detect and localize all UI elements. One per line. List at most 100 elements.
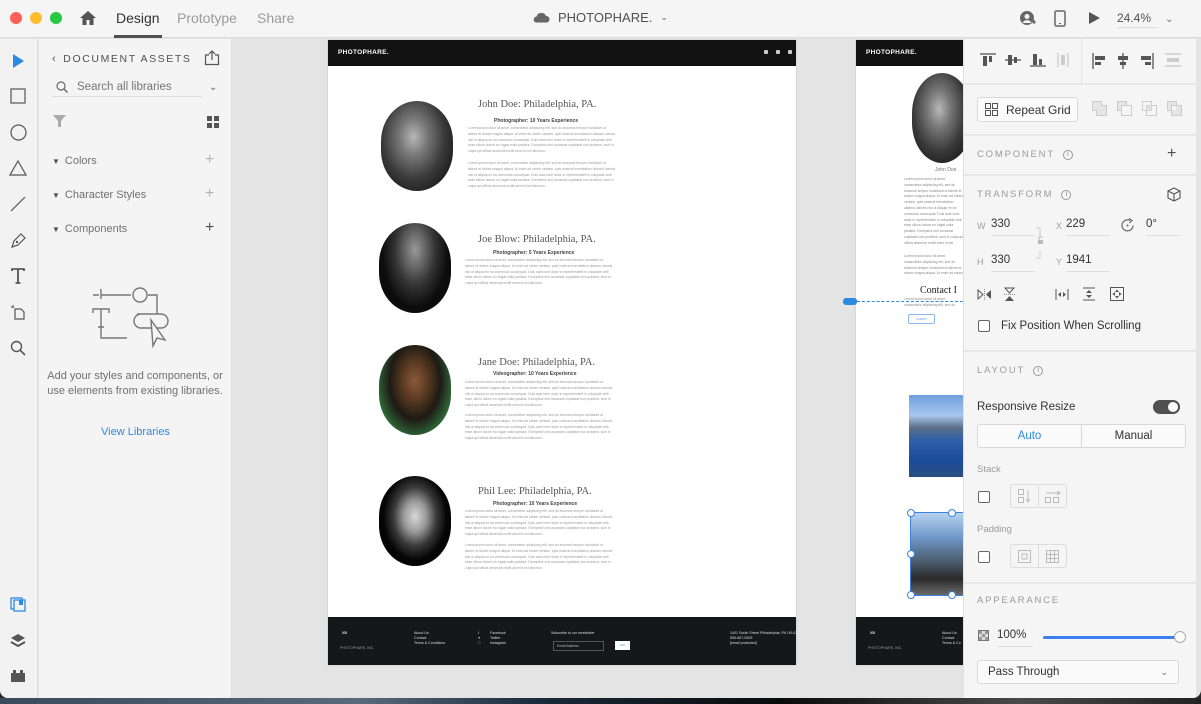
y-input[interactable]: 1941	[1066, 254, 1110, 272]
line-tool[interactable]	[8, 194, 28, 214]
artboard-team[interactable]: PHOTOPHARE. John Doe: Philadelphia, PA. …	[328, 40, 797, 665]
play-icon[interactable]	[1088, 11, 1101, 25]
repeat-grid-button[interactable]: Repeat Grid	[977, 97, 1078, 122]
responsive-resize-toggle[interactable]	[1153, 400, 1180, 414]
stretch-vertical-icon[interactable]	[1083, 287, 1095, 301]
opacity-slider-knob[interactable]	[1174, 631, 1186, 643]
add-component-button[interactable]: +	[205, 220, 214, 236]
polygon-tool[interactable]	[8, 158, 28, 178]
artboard-tool[interactable]	[8, 302, 28, 322]
align-middle-icon[interactable]	[1005, 53, 1021, 67]
footer-social-link[interactable]: Instagram	[490, 641, 506, 646]
home-icon[interactable]	[79, 9, 97, 27]
padding-checkbox[interactable]	[978, 551, 990, 563]
city-image[interactable]	[909, 395, 963, 477]
minimize-window-button[interactable]	[30, 12, 42, 24]
invite-user-icon[interactable]	[1019, 10, 1037, 28]
resize-handle[interactable]	[907, 509, 915, 517]
stretch-horizontal-icon[interactable]	[1055, 289, 1069, 300]
select-tool[interactable]	[8, 51, 28, 71]
portrait-joe-blow[interactable]	[379, 223, 451, 313]
add-color-button[interactable]: +	[205, 152, 214, 168]
ellipse-tool[interactable]	[8, 122, 28, 142]
footer-link[interactable]: Terms & Conditions	[414, 641, 445, 646]
padding-uniform-button[interactable]	[1011, 545, 1039, 567]
close-window-button[interactable]	[10, 12, 22, 24]
opacity-slider-track[interactable]	[1043, 636, 1180, 639]
text-tool[interactable]	[8, 266, 28, 286]
resize-handle[interactable]	[948, 509, 956, 517]
align-left-icon[interactable]	[1092, 53, 1106, 69]
align-bottom-icon[interactable]	[1030, 53, 1046, 67]
opacity-input[interactable]: 100%	[997, 629, 1033, 647]
stack-checkbox[interactable]	[978, 491, 990, 503]
rotation-input[interactable]: 0°	[1146, 218, 1180, 236]
lock-aspect-icon[interactable]	[1035, 227, 1047, 259]
assets-tab[interactable]	[8, 594, 28, 614]
distribute-horizontal-icon[interactable]	[1165, 53, 1181, 67]
resize-handle[interactable]	[948, 591, 956, 599]
resize-mode-manual[interactable]: Manual	[1082, 425, 1185, 447]
skyline-image-selected[interactable]	[910, 512, 963, 596]
resize-handle[interactable]	[907, 591, 915, 599]
device-preview-icon[interactable]	[1054, 10, 1066, 27]
filter-icon[interactable]	[53, 115, 66, 127]
tab-share[interactable]: Share	[257, 10, 294, 26]
width-input[interactable]: 330	[991, 218, 1035, 236]
add-character-style-button[interactable]: +	[205, 186, 214, 202]
align-right-icon[interactable]	[1140, 53, 1154, 69]
contact-submit-button[interactable]: SUBMIT	[908, 314, 935, 324]
components-section-toggle[interactable]: ▼ Components	[52, 223, 127, 235]
maximize-window-button[interactable]	[50, 12, 62, 24]
artboard-mobile[interactable]: PHOTOPHARE. John Doe Lorem ipsum dolor s…	[856, 40, 963, 665]
zoom-tool[interactable]	[8, 338, 28, 358]
colors-section-toggle[interactable]: ▼ Colors	[52, 155, 97, 167]
height-input[interactable]: 330	[991, 254, 1035, 272]
layers-tab[interactable]	[8, 630, 28, 650]
padding-individual-button[interactable]	[1039, 545, 1066, 567]
share-icon[interactable]	[204, 50, 220, 66]
stack-vertical-button[interactable]	[1011, 485, 1039, 507]
search-input[interactable]	[77, 80, 197, 93]
align-top-icon[interactable]	[980, 53, 996, 67]
plugins-tab[interactable]	[8, 666, 28, 686]
library-filter-dropdown[interactable]: ⌄	[209, 82, 217, 93]
portrait-phil-lee[interactable]	[379, 476, 451, 566]
info-icon[interactable]: i	[1062, 149, 1073, 160]
distribute-vertical-icon[interactable]	[1057, 53, 1069, 67]
stack-horizontal-button[interactable]	[1039, 485, 1066, 507]
tab-prototype[interactable]: Prototype	[177, 10, 237, 26]
flip-vertical-icon[interactable]	[1004, 287, 1015, 302]
portrait-john-doe[interactable]	[912, 73, 963, 163]
stretch-both-icon[interactable]	[1110, 287, 1124, 301]
portrait-jane-doe[interactable]	[379, 345, 451, 435]
blend-mode-select[interactable]: Pass Through ⌄	[977, 660, 1179, 684]
info-icon[interactable]: i	[1033, 365, 1044, 376]
3d-transform-icon[interactable]	[1167, 187, 1181, 202]
boolean-exclude-icon[interactable]	[1167, 101, 1182, 116]
rectangle-tool[interactable]	[8, 86, 28, 106]
x-input[interactable]: 229	[1066, 218, 1110, 236]
footer-link[interactable]: Terms & Co	[942, 641, 961, 646]
design-canvas[interactable]: PHOTOPHARE. John Doe: Philadelphia, PA. …	[233, 39, 963, 698]
resize-handle[interactable]	[907, 550, 915, 558]
boolean-subtract-icon[interactable]	[1117, 101, 1132, 116]
assets-back-button[interactable]: ‹ DOCUMENT ASSETS	[52, 53, 192, 65]
create-component-button[interactable]: +	[1167, 146, 1176, 162]
pen-tool[interactable]	[8, 230, 28, 250]
character-styles-section-toggle[interactable]: ▼ Character Styles	[52, 189, 146, 201]
grid-view-icon[interactable]	[207, 116, 219, 128]
view-libraries-link[interactable]: View Libraries	[39, 426, 232, 438]
tab-design[interactable]: Design	[114, 10, 162, 38]
newsletter-submit-button[interactable]: GO	[615, 641, 630, 650]
flip-horizontal-icon[interactable]	[977, 289, 992, 300]
align-center-icon[interactable]	[1116, 53, 1130, 69]
newsletter-email-input[interactable]: Email Address	[553, 641, 604, 651]
document-title-menu[interactable]: PHOTOPHARE. ⌄	[533, 10, 668, 25]
resize-mode-auto[interactable]: Auto	[978, 425, 1082, 447]
info-icon[interactable]: i	[1061, 189, 1072, 200]
portrait-john-doe[interactable]	[381, 101, 453, 191]
fix-position-checkbox[interactable]	[978, 320, 990, 332]
boolean-intersect-icon[interactable]	[1142, 101, 1157, 116]
boolean-add-icon[interactable]	[1092, 101, 1107, 116]
